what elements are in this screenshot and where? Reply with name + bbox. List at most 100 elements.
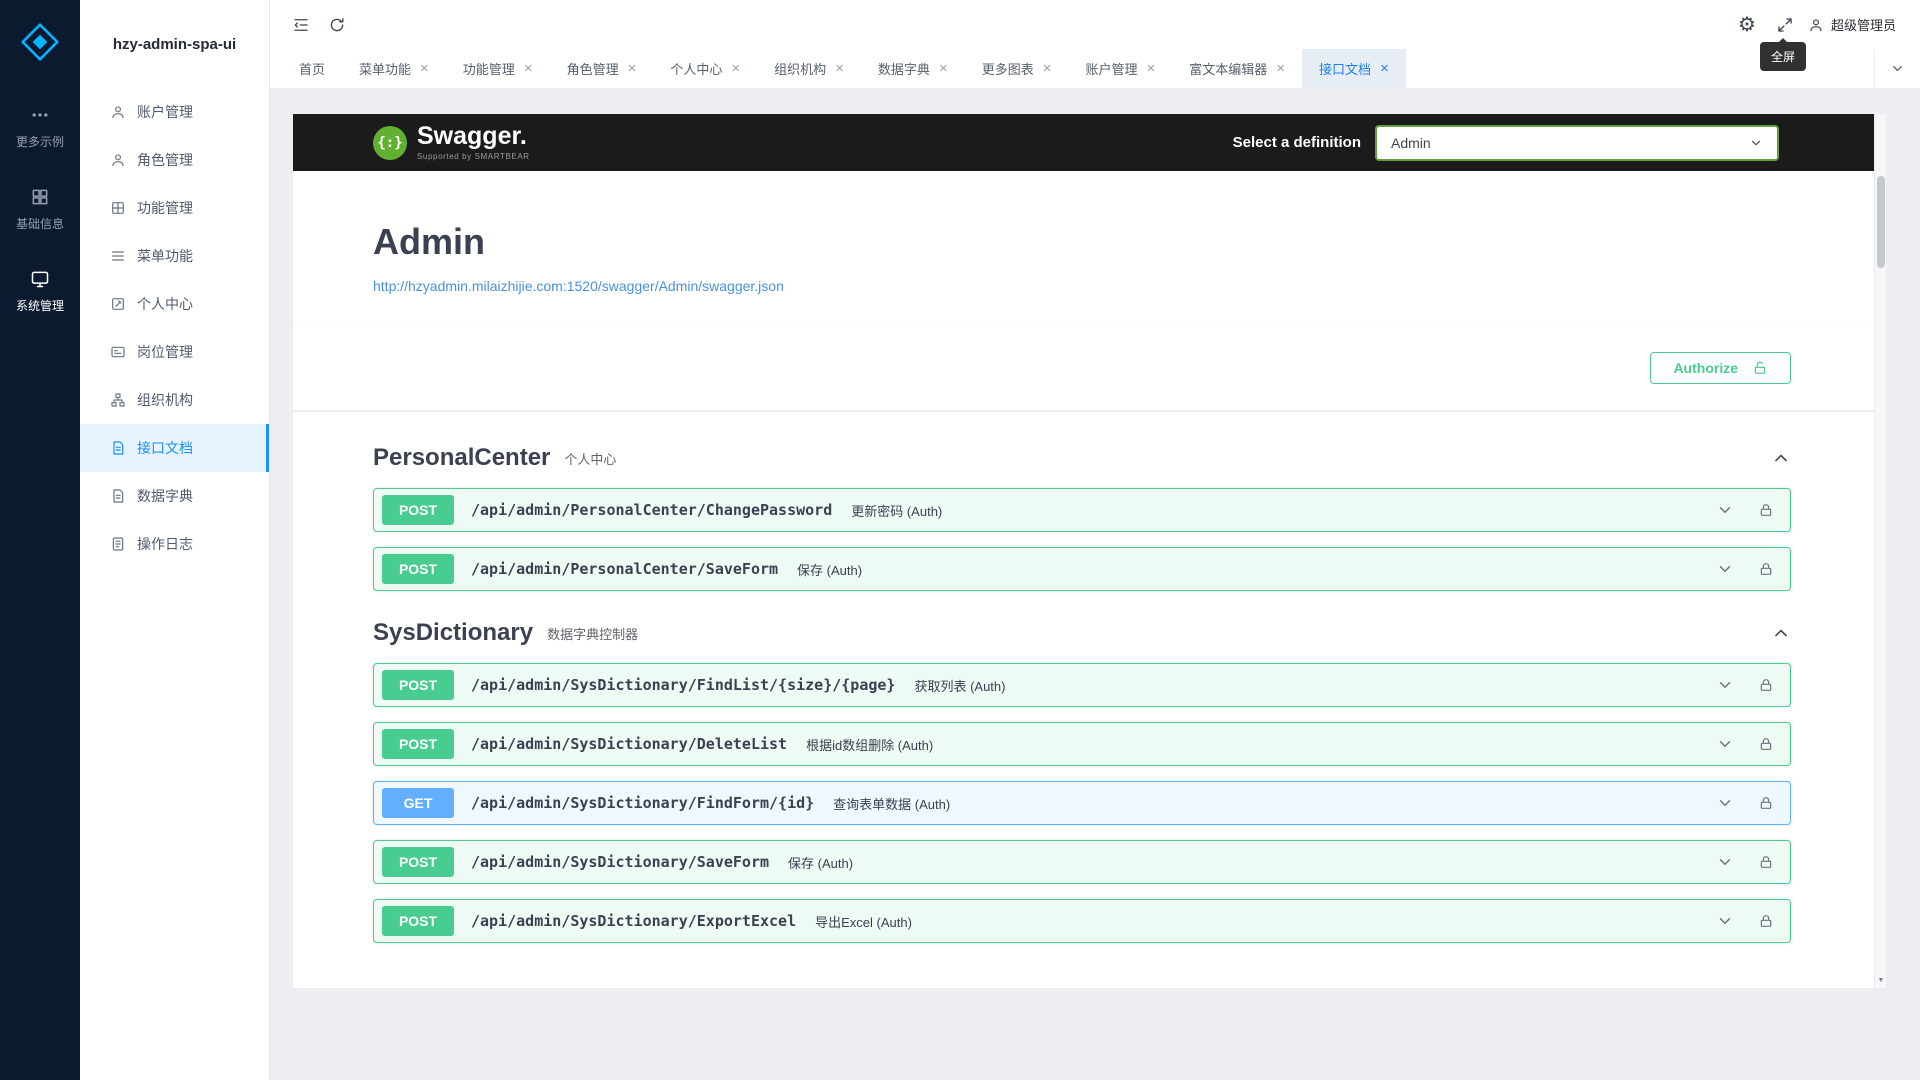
sidebar-item-roles[interactable]: 角色管理 [80,136,269,184]
operation-actions [1716,676,1774,694]
definition-select-group: Select a definition Admin [1233,125,1779,161]
expand-operation-icon[interactable] [1716,794,1734,812]
swagger-logo[interactable]: {:} Swagger. Supported by SMARTBEAR [373,124,530,161]
sidebar-item-functions[interactable]: 功能管理 [80,184,269,232]
definition-select[interactable]: Admin [1375,125,1779,161]
api-path: /api/admin/SysDictionary/FindForm/{id} [471,794,814,812]
settings-gear-icon[interactable]: ⚙ [1730,9,1764,41]
tab-2[interactable]: 功能管理× [446,49,550,88]
user-icon [110,152,126,168]
close-tab-icon[interactable]: × [1147,61,1156,76]
expand-operation-icon[interactable] [1716,560,1734,578]
rail-item-base-info[interactable]: 基础信息 [16,170,64,248]
api-operation-row[interactable]: GET/api/admin/SysDictionary/FindForm/{id… [373,781,1791,825]
api-section-description: 个人中心 [564,449,616,468]
sidebar-item-accounts[interactable]: 账户管理 [80,88,269,136]
api-section-header[interactable]: PersonalCenter个人中心 [373,444,1791,472]
expand-operation-icon[interactable] [1716,912,1734,930]
tab-4[interactable]: 个人中心× [653,49,757,88]
tab-3[interactable]: 角色管理× [550,49,654,88]
http-method-badge: POST [382,847,454,877]
http-method-badge: POST [382,495,454,525]
sidebar-item-posts[interactable]: 岗位管理 [80,328,269,376]
close-tab-icon[interactable]: × [1276,61,1285,76]
tab-10[interactable]: 接口文档× [1302,49,1406,88]
scrollbar-down-arrow[interactable]: ▼ [1875,974,1886,986]
api-operation-row[interactable]: POST/api/admin/SysDictionary/ExportExcel… [373,899,1791,943]
auth-lock-icon[interactable] [1758,561,1774,577]
close-tab-icon[interactable]: × [420,61,429,76]
collapse-sidebar-icon[interactable] [284,9,318,41]
sidebar-item-label: 菜单功能 [137,246,193,266]
unlock-icon [1752,360,1768,376]
close-tab-icon[interactable]: × [524,61,533,76]
sidebar-item-org[interactable]: 组织机构 [80,376,269,424]
sidebar-item-api-docs[interactable]: 接口文档 [80,424,269,472]
username: 超级管理员 [1831,15,1896,34]
auth-lock-icon[interactable] [1758,736,1774,752]
tab-1[interactable]: 菜单功能× [342,49,446,88]
card-icon [110,344,126,360]
rail-item-more-examples[interactable]: 更多示例 [16,88,64,166]
rail-item-label: 基础信息 [16,215,64,232]
http-method-badge: POST [382,554,454,584]
spec-url-link[interactable]: http://hzyadmin.milaizhijie.com:1520/swa… [373,278,784,294]
auth-lock-icon[interactable] [1758,854,1774,870]
tab-label: 富文本编辑器 [1189,59,1267,78]
scrollbar-thumb[interactable] [1877,176,1885,268]
user-menu[interactable]: 超级管理员 [1806,15,1898,34]
http-method-badge: GET [382,788,454,818]
api-operation-row[interactable]: POST/api/admin/PersonalCenter/ChangePass… [373,488,1791,532]
api-operation-row[interactable]: POST/api/admin/PersonalCenter/SaveForm保存… [373,547,1791,591]
tab-9[interactable]: 富文本编辑器 × [1172,49,1302,88]
api-info: Admin http://hzyadmin.milaizhijie.com:15… [293,171,1886,296]
sidebar-item-label: 操作日志 [137,534,193,554]
topbar: ⚙ 超级管理员 [270,0,1920,49]
collapse-section-icon[interactable] [1771,623,1791,643]
auth-lock-icon[interactable] [1758,795,1774,811]
collapse-section-icon[interactable] [1771,448,1791,468]
api-summary: 保存 (Auth) [788,853,853,872]
close-tab-icon[interactable]: × [939,61,948,76]
rail-item-system-admin[interactable]: 系统管理 [16,252,64,330]
tab-0[interactable]: 首页 [282,49,342,88]
topbar-right: ⚙ 超级管理员 [1730,9,1898,41]
tab-label: 数据字典 [878,59,930,78]
sidebar-item-personal[interactable]: 个人中心 [80,280,269,328]
api-operation-row[interactable]: POST/api/admin/SysDictionary/FindList/{s… [373,663,1791,707]
sidebar-item-menus[interactable]: 菜单功能 [80,232,269,280]
auth-lock-icon[interactable] [1758,913,1774,929]
expand-operation-icon[interactable] [1716,853,1734,871]
close-tab-icon[interactable]: × [835,61,844,76]
sidebar-item-dict[interactable]: 数据字典 [80,472,269,520]
doc-icon [110,488,126,504]
swagger-scrollbar[interactable]: ▼ [1874,114,1886,988]
close-tab-icon[interactable]: × [1380,61,1389,76]
expand-operation-icon[interactable] [1716,735,1734,753]
expand-operation-icon[interactable] [1716,501,1734,519]
api-operation-row[interactable]: POST/api/admin/SysDictionary/SaveForm保存 … [373,840,1791,884]
tab-7[interactable]: 更多图表× [965,49,1069,88]
rail-item-label: 更多示例 [16,133,64,150]
tab-6[interactable]: 数据字典 × [861,49,965,88]
fullscreen-icon[interactable] [1768,9,1802,41]
swagger-logo-icon: {:} [373,126,407,160]
sidebar-item-logs[interactable]: 操作日志 [80,520,269,568]
tab-5[interactable]: 组织机构× [757,49,861,88]
tab-8[interactable]: 账户管理× [1068,49,1172,88]
tab-list-dropdown[interactable] [1874,49,1920,88]
auth-lock-icon[interactable] [1758,677,1774,693]
authorize-button[interactable]: Authorize [1650,352,1791,384]
refresh-icon[interactable] [320,9,354,41]
api-section-header[interactable]: SysDictionary数据字典控制器 [373,619,1791,647]
close-tab-icon[interactable]: × [1043,61,1052,76]
api-summary: 查询表单数据 (Auth) [833,794,950,813]
expand-operation-icon[interactable] [1716,676,1734,694]
api-operation-row[interactable]: POST/api/admin/SysDictionary/DeleteList根… [373,722,1791,766]
grid-icon [110,200,126,216]
auth-lock-icon[interactable] [1758,502,1774,518]
app-logo[interactable] [0,0,80,84]
close-tab-icon[interactable]: × [731,61,740,76]
close-tab-icon[interactable]: × [628,61,637,76]
sidebar-item-label: 账户管理 [137,102,193,122]
